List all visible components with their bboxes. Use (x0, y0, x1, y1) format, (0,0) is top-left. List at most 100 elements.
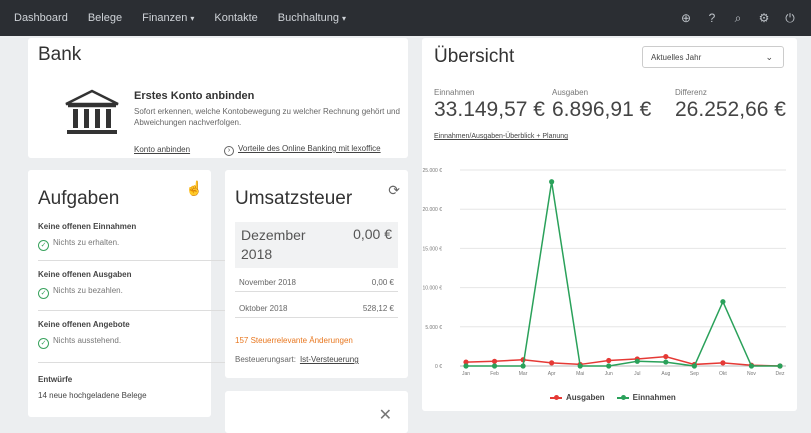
online-banking-link[interactable]: › Vorteile des Online Banking mit lexoffi… (224, 144, 381, 156)
x-tick-label: Aug (661, 371, 670, 377)
y-tick-label: 20.000 € (423, 207, 443, 213)
check-circle-icon: ✓ (38, 240, 49, 251)
ust-row-value: 528,12 € (362, 304, 394, 313)
bank-description: Sofort erkennen, welche Kontobewegung zu… (134, 107, 400, 127)
hand-pointer-icon[interactable]: ☝ (186, 180, 203, 197)
plus-circle-icon[interactable]: ⊕ (679, 11, 693, 26)
data-point-ausgaben (491, 358, 498, 364)
besteuerungsart-label: Besteuerungsart: (235, 355, 296, 364)
chevron-down-icon: ▾ (341, 14, 346, 23)
nav-buchhaltung[interactable]: Buchhaltung ▾ (278, 12, 346, 24)
data-point-einnahmen (720, 299, 726, 305)
arrow-circle-icon: › (224, 146, 234, 156)
entwuerfe-title: Entwürfe (38, 375, 73, 384)
bank-card: Bank Erstes Konto anbinden Sofort erkenn… (28, 38, 408, 158)
refresh-icon[interactable]: ⟳ (388, 182, 400, 199)
settings-icon[interactable]: ⚙ (757, 11, 771, 26)
nav-dashboard[interactable]: Dashboard (14, 12, 68, 24)
x-tick-label: Apr (548, 371, 556, 377)
data-point-ausgaben (720, 360, 726, 366)
task-item: Keine offenen Ausgaben ✓ Nichts zu bezahl… (38, 270, 201, 299)
kpi-value-ausgaben: 6.896,91 € (552, 98, 652, 121)
divider (38, 362, 228, 363)
nav-finanzen-label: Finanzen (142, 12, 188, 24)
divider (38, 310, 228, 311)
power-icon[interactable]: ⏻ (783, 11, 797, 26)
kpi-value-einnahmen: 33.149,57 € (434, 98, 545, 121)
period-select[interactable]: Aktuelles Jahr ⌄ (642, 46, 784, 68)
legend-ausgaben: Ausgaben (550, 393, 605, 402)
data-point-einnahmen (491, 363, 498, 369)
ust-row: Oktober 2018 528,12 € (235, 298, 398, 318)
x-tick-label: Jul (634, 371, 640, 377)
data-point-einnahmen (606, 363, 612, 369)
period-select-value: Aktuelles Jahr (651, 53, 702, 62)
data-point-einnahmen (463, 363, 469, 369)
x-tick-label: Feb (490, 371, 499, 377)
x-tick-label: Mar (519, 371, 528, 377)
bank-heading: Erstes Konto anbinden (134, 90, 255, 102)
check-circle-icon: ✓ (38, 338, 49, 349)
y-tick-label: 15.000 € (423, 246, 443, 252)
kpi-label-einnahmen: Einnahmen (434, 88, 475, 97)
x-tick-label: Mai (576, 371, 584, 377)
task-status: ✓ Nichts ausstehend. (38, 336, 201, 349)
y-tick-label: 0 € (435, 364, 442, 370)
tax-changes-link[interactable]: 157 Steuerrelevante Änderungen (235, 336, 353, 345)
task-item: Keine offenen Angebote ✓ Nichts ausstehen… (38, 320, 201, 349)
ust-row-label: November 2018 (239, 278, 296, 287)
top-icons: ⊕ ? ⌕ ⚙ ⏻ (679, 11, 797, 26)
besteuerungsart-link[interactable]: Ist-Versteuerung (300, 355, 359, 364)
bank-building-icon (65, 89, 119, 134)
entwuerfe-value[interactable]: 14 neue hochgeladene Belege (38, 391, 147, 400)
uebersicht-title: Übersicht (434, 46, 515, 67)
data-point-einnahmen (520, 363, 526, 369)
ust-current-value: 0,00 € (353, 226, 392, 242)
x-tick-label: Nov (747, 371, 756, 377)
x-tick-label: Jun (605, 371, 613, 377)
y-tick-label: 25.000 € (423, 168, 443, 174)
ust-current-month: Dezember 2018 (241, 227, 306, 262)
nav-buchhaltung-label: Buchhaltung (277, 12, 339, 24)
x-tick-label: Dez (776, 371, 785, 377)
legend-label: Einnahmen (632, 393, 676, 402)
chart-legend: Ausgaben Einnahmen (550, 393, 676, 402)
data-point-ausgaben (663, 353, 669, 360)
data-point-einnahmen (691, 363, 697, 369)
ust-row-label: Oktober 2018 (239, 304, 288, 313)
aufgaben-title: Aufgaben (38, 188, 120, 209)
notification-card: ✕ (225, 391, 408, 433)
connect-account-link[interactable]: Konto anbinden (134, 145, 190, 154)
ust-title: Umsatzsteuer (235, 188, 353, 209)
data-point-einnahmen (663, 359, 669, 365)
besteuerungsart: Besteuerungsart: Ist-Versteuerung (235, 355, 359, 364)
task-status-text: Nichts zu erhalten. (53, 238, 120, 247)
nav-belege[interactable]: Belege (88, 12, 122, 24)
close-icon[interactable]: ✕ (379, 405, 392, 425)
x-tick-label: Okt (719, 371, 727, 377)
income-expense-chart: 0 € 5.000 € 10.000 € 15.000 € 20.000 € 25.000… (423, 168, 786, 377)
nav-finanzen[interactable]: Finanzen ▾ (142, 12, 194, 24)
data-point-einnahmen (748, 363, 755, 369)
ust-row: November 2018 0,00 € (235, 272, 398, 292)
search-icon[interactable]: ⌕ (731, 11, 745, 26)
help-icon[interactable]: ? (705, 11, 719, 26)
kpi-label-ausgaben: Ausgaben (552, 88, 589, 97)
x-tick-label: Sep (690, 371, 699, 377)
task-title: Keine offenen Einnahmen (38, 222, 137, 231)
legend-swatch (616, 394, 629, 400)
task-title: Keine offenen Ausgaben (38, 270, 132, 279)
legend-swatch (550, 394, 562, 400)
x-tick-label: Jan (462, 371, 470, 377)
legend-label: Ausgaben (566, 393, 605, 402)
bank-title: Bank (38, 44, 82, 65)
divider (38, 260, 228, 261)
overview-planning-link[interactable]: Einnahmen/Ausgaben-Überblick + Planung (434, 133, 568, 140)
task-item: Keine offenen Einnahmen ✓ Nichts zu erhal… (38, 222, 201, 251)
data-point-einnahmen (777, 363, 783, 369)
nav-kontakte[interactable]: Kontakte (214, 12, 257, 24)
check-circle-icon: ✓ (38, 288, 49, 299)
ust-current-period: Dezember 2018 0,00 € (235, 222, 398, 268)
y-tick-label: 5.000 € (425, 325, 442, 331)
series-line-ausgaben (465, 355, 781, 367)
